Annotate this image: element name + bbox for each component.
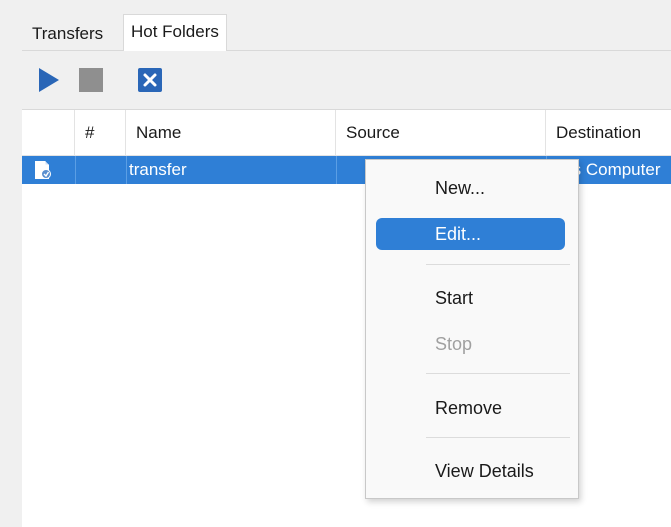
menu-item-remove[interactable]: Remove — [376, 392, 565, 424]
row-number — [75, 156, 127, 184]
play-icon[interactable] — [36, 67, 62, 93]
tab-bar: Transfers Hot Folders — [22, 0, 671, 52]
row-name: transfer — [126, 156, 336, 184]
menu-item-start[interactable]: Start — [376, 282, 565, 314]
stop-icon[interactable] — [78, 67, 104, 93]
hot-folders-panel: Transfers Hot Folders # Name Source Dest… — [22, 0, 671, 527]
column-header-source[interactable]: Source — [336, 110, 546, 155]
column-header-icon[interactable] — [22, 110, 75, 155]
tab-transfers[interactable]: Transfers — [32, 17, 103, 49]
column-header-number[interactable]: # — [75, 110, 126, 155]
menu-separator — [426, 437, 570, 438]
toolbar — [22, 51, 671, 110]
remove-icon[interactable] — [137, 67, 163, 93]
column-header-name[interactable]: Name — [126, 110, 336, 155]
menu-item-edit[interactable]: Edit... — [376, 218, 565, 250]
context-menu: New... Edit... Start Stop Remove View De… — [365, 159, 579, 499]
tab-hot-folders[interactable]: Hot Folders — [123, 14, 227, 52]
menu-separator — [426, 373, 570, 374]
menu-item-stop: Stop — [435, 334, 473, 354]
menu-item-new[interactable]: New... — [376, 172, 565, 204]
menu-separator — [426, 264, 570, 265]
table-header: # Name Source Destination — [22, 110, 671, 156]
menu-item-view-details[interactable]: View Details — [376, 455, 565, 487]
hot-folder-icon — [32, 159, 54, 181]
column-header-destination[interactable]: Destination — [546, 110, 671, 155]
